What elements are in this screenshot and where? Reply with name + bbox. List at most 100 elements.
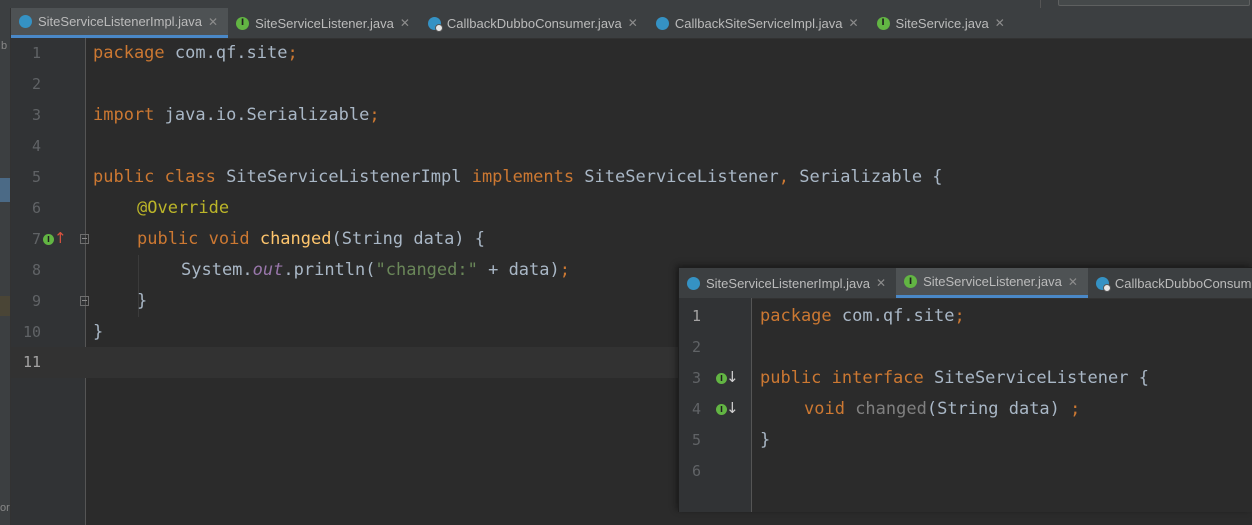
keyword: public interface [760,368,934,388]
method-name: changed [855,399,927,419]
editor-tab[interactable]: CallbackDubboConsumer✕ [1088,268,1252,298]
line-number: 2 [691,338,701,356]
close-icon[interactable]: ✕ [628,16,638,30]
line-number: 2 [31,75,41,93]
interface-file-icon: I [876,16,890,30]
identifier: System. [181,260,253,280]
line-number: 9 [31,292,41,310]
tab-label: SiteServiceListener.java [255,15,394,31]
annotation: @Override [137,198,230,218]
tab-label: SiteServiceListener.java [923,274,1062,289]
popup-tab-bar: SiteServiceListenerImpl.java ✕ I SiteServic… [679,268,1252,299]
line-number: 10 [22,323,41,341]
close-icon[interactable]: ✕ [848,16,858,30]
code-line: } [137,291,148,311]
close-icon[interactable]: ✕ [1068,275,1078,289]
tab-label: SiteServiceListenerImpl.java [706,275,871,291]
class-file-icon [655,16,669,30]
search-field[interactable] [1058,0,1250,6]
tab-label: SiteServiceListenerImpl.java [38,14,203,29]
class-file-icon [1095,276,1111,292]
line-number: 3 [691,369,701,387]
line-number: 4 [691,400,701,418]
close-icon[interactable]: ✕ [400,16,410,30]
code-line: } [93,322,104,342]
code-line: public class SiteServiceListenerImpl imp… [93,162,943,193]
fold-icon[interactable] [80,234,89,244]
code-line: package com.qf.site; [93,38,298,69]
interface-file-icon: I [236,16,250,30]
keyword: public void [137,229,260,249]
editor-tab[interactable]: I SiteServiceListener.java ✕ [228,8,420,38]
code-line: System.out.println("changed:" + data); [181,255,570,286]
code-line: } [760,430,771,450]
class-file-icon [19,15,32,28]
class-file-icon [687,276,700,290]
editor-tab[interactable]: I SiteService.java ✕ [869,8,1015,38]
class-name: SiteServiceListenerImpl [226,167,472,187]
editor-tab[interactable]: SiteServiceListenerImpl.java ✕ [11,8,229,38]
semicolon: ; [1070,399,1081,419]
code-line: public interface SiteServiceListener { [760,363,1149,394]
static-field: out [252,260,284,280]
tab-label: CallbackDubboConsumer.java [446,15,622,31]
editor-tab[interactable]: I SiteServiceListener.java ✕ [896,268,1088,298]
line-number: 1 [31,44,41,62]
line-number: 7 [31,230,41,248]
editor-tab[interactable]: CallbackDubboConsumer.java ✕ [420,8,648,38]
identifier: com.qf.site [841,306,955,326]
semicolon: ; [559,260,570,280]
close-icon[interactable]: ✕ [995,16,1005,30]
fold-icon[interactable] [80,296,89,306]
line-number: 1 [691,307,701,325]
line-number: 5 [691,431,701,449]
identifier: + data) [477,260,560,280]
up-arrow-icon[interactable]: ↑ [54,231,67,246]
comma: , [778,167,800,187]
interface-name: SiteServiceListener { [934,368,1149,388]
down-arrow-icon[interactable]: ↓ [726,370,739,385]
semicolon: ; [954,306,965,326]
code-line: package com.qf.site; [760,301,965,332]
tool-strip-selection[interactable] [0,178,10,202]
editor-tab-bar: SiteServiceListenerImpl.java ✕ I SiteServic… [11,8,1252,39]
editor-tab[interactable]: SiteServiceListenerImpl.java ✕ [679,268,896,298]
string-literal: "changed:" [375,260,478,280]
params: (String data) [926,399,1071,419]
line-number: 8 [31,261,41,279]
identifier: com.qf.site [174,43,288,63]
semicolon: ; [287,43,298,63]
popup-editor-window[interactable]: SiteServiceListenerImpl.java ✕ I SiteServic… [678,267,1252,512]
line-number: 3 [31,106,41,124]
tool-strip-highlight[interactable] [0,296,10,316]
tool-strip-glyph: b [1,40,8,52]
line-number: 6 [691,462,701,480]
tab-label: CallbackDubboConsumer [1114,275,1252,291]
code-line: public void changed(String data) { [137,224,485,255]
tab-label: CallbackSiteServiceImpl.java [674,15,843,31]
keyword: implements [471,167,585,187]
semicolon: ; [369,105,380,125]
interface-name: Serializable { [799,167,943,187]
close-icon[interactable]: ✕ [876,276,886,290]
implementing-interface-icon[interactable]: I [43,234,54,245]
method-name: changed [259,229,332,249]
close-icon[interactable]: ✕ [208,15,218,29]
title-bar [0,0,1252,8]
editor-tab[interactable]: CallbackSiteServiceImpl.java ✕ [648,8,869,38]
class-file-icon [427,16,443,32]
keyword: package [93,43,175,63]
keyword: import [93,105,165,125]
params: (String data) { [331,229,486,249]
line-number: 4 [31,137,41,155]
tab-label: SiteService.java [895,15,989,31]
line-number: 6 [31,199,41,217]
down-arrow-icon[interactable]: ↓ [726,401,739,416]
code-line: void changed(String data) ; [804,394,1080,425]
keyword: public class [93,167,227,187]
line-number: 5 [31,168,41,186]
popup-editor[interactable]: 1 2 3 4 5 6 I ↓ I ↓ package com.qf.site;… [679,301,1252,512]
identifier: java.io.Serializable [164,105,370,125]
line-number: 11 [22,353,41,371]
project-tool-strip: b or [0,8,11,525]
